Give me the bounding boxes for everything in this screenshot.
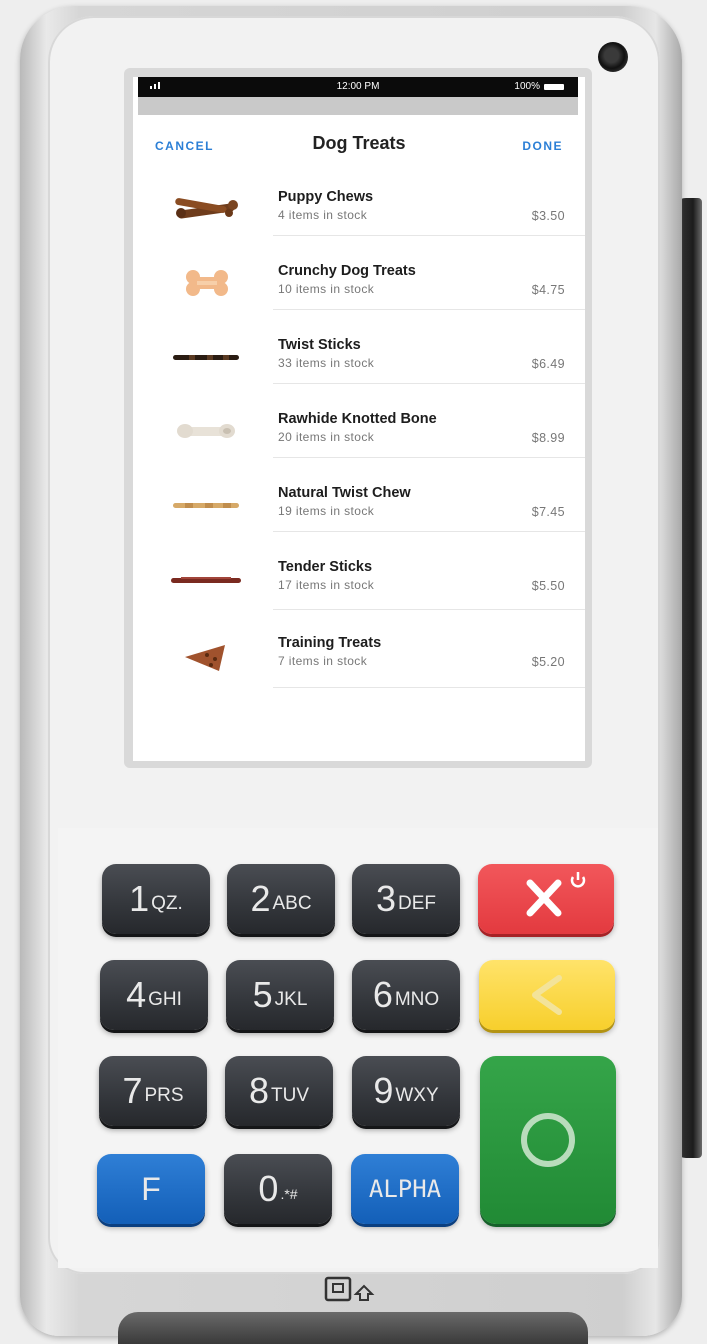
key-5[interactable]: 5 JKL xyxy=(226,960,334,1030)
key-0[interactable]: 0 .*# xyxy=(224,1154,332,1224)
row-divider xyxy=(273,609,585,610)
circle-icon xyxy=(521,1113,575,1167)
tender-stick-image xyxy=(171,577,241,583)
product-price: $8.99 xyxy=(531,431,565,445)
row-divider xyxy=(273,457,585,458)
f-key[interactable]: F xyxy=(97,1154,205,1224)
nav-bar: CANCEL Dog Treats DONE xyxy=(133,115,585,167)
product-name: Crunchy Dog Treats xyxy=(278,263,416,279)
product-name: Puppy Chews xyxy=(278,189,374,205)
product-name: Natural Twist Chew xyxy=(278,485,411,501)
puppy-chews-image xyxy=(175,198,238,219)
list-item[interactable]: Tender Sticks 17 items in stock $5.50 xyxy=(133,549,585,625)
clear-key[interactable] xyxy=(479,960,615,1030)
product-stock: 7 items in stock xyxy=(278,654,368,668)
key-8[interactable]: 8 TUV xyxy=(225,1056,333,1126)
product-price: $5.20 xyxy=(531,655,565,669)
product-price: $6.49 xyxy=(531,357,565,371)
enter-key[interactable] xyxy=(480,1056,616,1224)
natural-twist-image xyxy=(173,503,239,508)
key-2[interactable]: 2 ABC xyxy=(227,864,335,934)
key-4[interactable]: 4 GHI xyxy=(100,960,208,1030)
battery-icon xyxy=(544,83,564,90)
touch-screen: 12:00 PM 100% CANCEL Dog Treats DONE Pup… xyxy=(133,77,585,761)
status-time: 12:00 PM xyxy=(336,81,380,92)
key-1[interactable]: 1 QZ. xyxy=(102,864,210,934)
device-base xyxy=(118,1312,588,1344)
header-strip xyxy=(138,97,578,115)
product-stock: 33 items in stock xyxy=(278,356,375,370)
product-stock: 19 items in stock xyxy=(278,504,375,518)
product-name: Tender Sticks xyxy=(278,559,373,575)
list-item[interactable]: Rawhide Knotted Bone 20 items in stock $… xyxy=(133,401,585,475)
rawhide-bone-image xyxy=(177,424,235,438)
list-item[interactable]: Training Treats 7 items in stock $5.20 xyxy=(133,625,585,703)
cancel-key[interactable] xyxy=(478,864,614,934)
product-name: Training Treats xyxy=(278,635,382,651)
battery-percent: 100% xyxy=(514,81,540,92)
camera-icon xyxy=(598,42,628,72)
alpha-key[interactable]: ALPHA xyxy=(351,1154,459,1224)
key-7[interactable]: 7 PRS xyxy=(99,1056,207,1126)
product-name: Twist Sticks xyxy=(278,337,361,353)
product-price: $7.45 xyxy=(531,505,565,519)
key-9[interactable]: 9 WXY xyxy=(352,1056,460,1126)
product-stock: 4 items in stock xyxy=(278,208,368,222)
bone-biscuit-image xyxy=(186,270,228,296)
product-stock: 17 items in stock xyxy=(278,578,375,592)
product-price: $5.50 xyxy=(531,579,565,593)
product-stock: 20 items in stock xyxy=(278,430,375,444)
done-button[interactable]: DONE xyxy=(522,139,563,153)
list-item[interactable]: Twist Sticks 33 items in stock $6.49 xyxy=(133,327,585,401)
product-stock: 10 items in stock xyxy=(278,282,375,296)
product-name: Rawhide Knotted Bone xyxy=(278,411,437,427)
list-item[interactable]: Crunchy Dog Treats 10 items in stock $4.… xyxy=(133,253,585,327)
contactless-card-icon xyxy=(324,1276,375,1302)
twist-stick-image xyxy=(173,355,239,360)
status-bar: 12:00 PM 100% xyxy=(138,77,578,97)
product-price: $4.75 xyxy=(531,283,565,297)
list-item[interactable]: Natural Twist Chew 19 items in stock $7.… xyxy=(133,475,585,549)
product-list: Puppy Chews 4 items in stock $3.50 Crunc… xyxy=(133,179,585,703)
row-divider xyxy=(273,383,585,384)
row-divider xyxy=(273,235,585,236)
back-arrow-icon xyxy=(532,975,562,1015)
list-item[interactable]: Puppy Chews 4 items in stock $3.50 xyxy=(133,179,585,253)
x-power-icon xyxy=(526,872,586,917)
training-treat-image xyxy=(185,645,225,671)
key-6[interactable]: 6 MNO xyxy=(352,960,460,1030)
row-divider xyxy=(273,687,585,688)
page-title: Dog Treats xyxy=(312,133,406,153)
row-divider xyxy=(273,531,585,532)
key-3[interactable]: 3 DEF xyxy=(352,864,460,934)
product-price: $3.50 xyxy=(531,209,565,223)
row-divider xyxy=(273,309,585,310)
